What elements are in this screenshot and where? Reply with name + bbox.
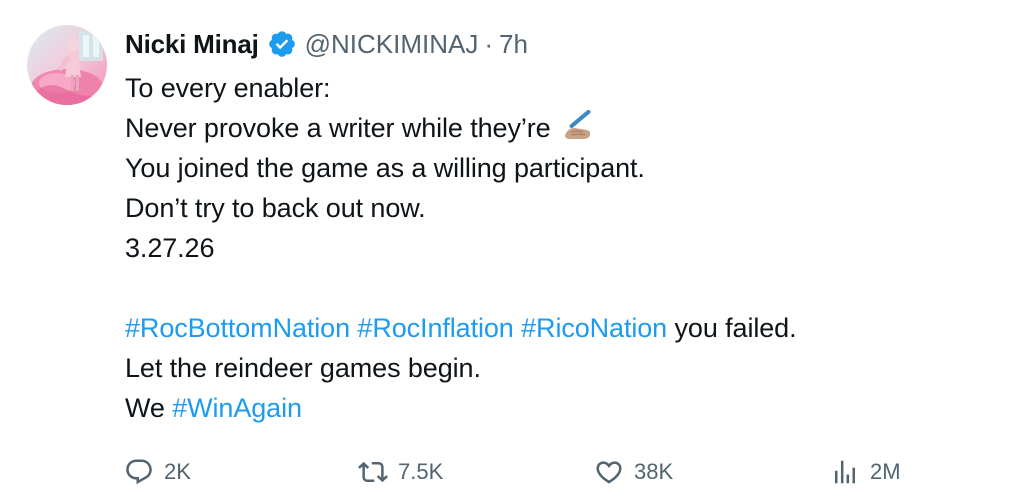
tweet-line-text: Never provoke a writer while they’re: [125, 113, 551, 143]
author-name[interactable]: Nicki Minaj: [125, 29, 259, 60]
tweet-line: You joined the game as a willing partici…: [125, 153, 645, 183]
repost-icon: [358, 461, 388, 483]
tweet-text: To every enabler: Never provoke a writer…: [125, 68, 1005, 428]
writing-hand-emoji-icon: [561, 109, 595, 144]
tweet-line: We #WinAgain: [125, 388, 1005, 428]
tweet-line: Let the reindeer games begin.: [125, 353, 481, 383]
like-count: 38K: [634, 459, 674, 484]
tweet-header: Nicki Minaj @NICKIMINAJ · 7h: [125, 26, 528, 62]
hashtag-link[interactable]: #RocBottomNation: [125, 313, 350, 343]
like-button[interactable]: 38K: [594, 452, 673, 492]
views-count: 2M: [870, 459, 901, 484]
reply-icon: [126, 459, 152, 485]
avatar-image: [27, 25, 107, 105]
avatar[interactable]: [27, 25, 107, 105]
reply-button[interactable]: 2K: [124, 452, 191, 492]
tweet-line: Never provoke a writer while they’re: [125, 108, 1005, 148]
repost-count: 7.5K: [398, 459, 444, 484]
heart-icon: [596, 461, 622, 484]
separator-dot: ·: [484, 28, 494, 59]
tweet-line-text: We: [125, 393, 165, 423]
author-handle[interactable]: @NICKIMINAJ: [305, 29, 479, 60]
tweet-line-text: you failed.: [674, 313, 797, 343]
hashtag-link[interactable]: #WinAgain: [172, 393, 302, 423]
reply-count: 2K: [164, 459, 191, 484]
tweet-line: To every enabler:: [125, 73, 331, 103]
tweet-timestamp[interactable]: 7h: [499, 29, 528, 60]
verified-badge-icon: [267, 29, 297, 59]
tweet-line: #RocBottomNation #RocInflation #RicoNati…: [125, 308, 1005, 348]
hashtag-link[interactable]: #RicoNation: [521, 313, 667, 343]
views-button[interactable]: 2M: [830, 452, 901, 492]
tweet-actions: 2K 7.5K 38K 2M: [0, 452, 1030, 492]
tweet-line: Don’t try to back out now.: [125, 193, 426, 223]
hashtag-link[interactable]: #RocInflation: [357, 313, 513, 343]
views-chart-icon: [835, 460, 855, 484]
tweet-line: 3.27.26: [125, 233, 215, 263]
repost-button[interactable]: 7.5K: [358, 452, 443, 492]
